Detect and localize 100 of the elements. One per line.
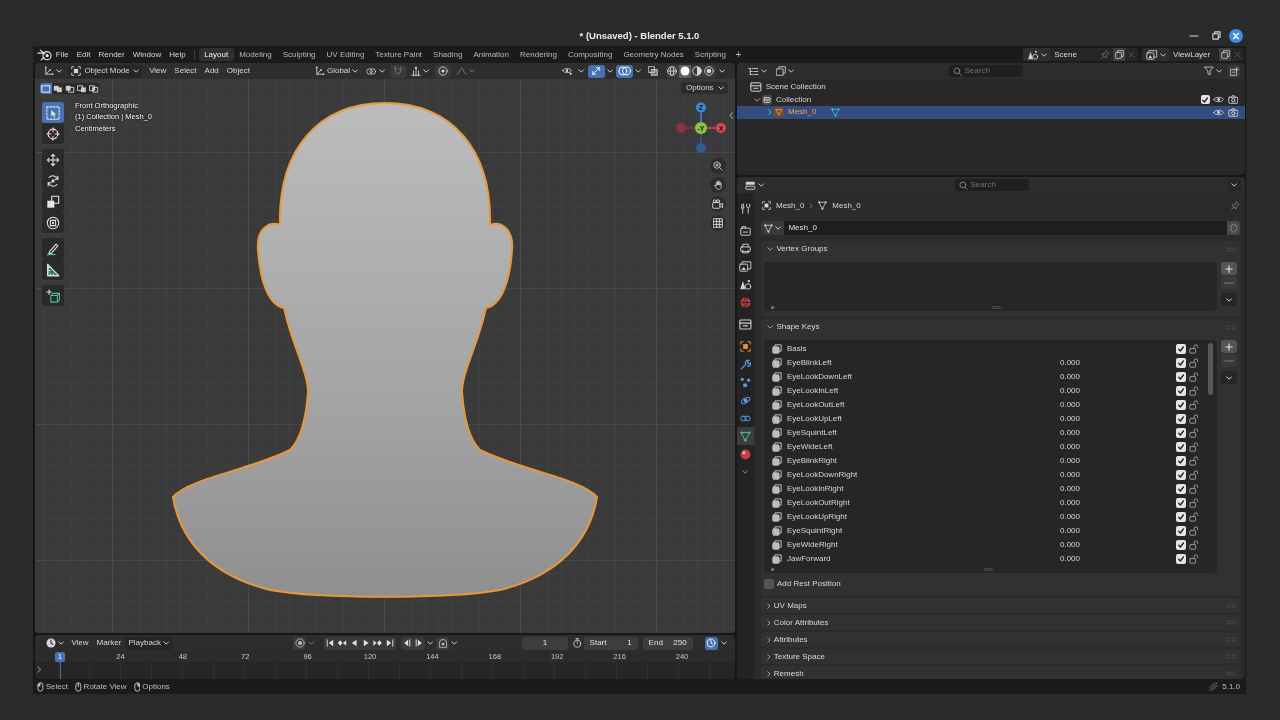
checkbox[interactable] (1176, 526, 1186, 536)
projection-toggle[interactable] (710, 215, 726, 231)
open-padlock-icon[interactable] (1189, 512, 1199, 522)
camera-icon[interactable] (1227, 95, 1238, 105)
duplicate-button[interactable] (1219, 48, 1231, 61)
shape-key-value[interactable]: 0.000 (1058, 512, 1174, 522)
checkbox[interactable] (1176, 442, 1186, 452)
shape-key-name[interactable]: EyeSquintRight (787, 526, 1058, 536)
drag-handle-icon[interactable] (1226, 603, 1236, 608)
proportional-edit-toggle[interactable] (434, 64, 451, 78)
pin-icon[interactable] (1231, 201, 1240, 210)
open-padlock-icon[interactable] (1189, 526, 1199, 536)
shape-key-name[interactable]: EyeLookInLeft (787, 386, 1058, 396)
selection-mode-button[interactable] (40, 83, 52, 94)
shape-key-value[interactable]: 0.000 (1058, 386, 1174, 396)
gizmos-toggle[interactable] (587, 64, 605, 78)
panel-title[interactable]: Texture Space (773, 651, 1223, 662)
checkbox[interactable] (1176, 470, 1186, 480)
drag-handle-icon[interactable] (1226, 654, 1236, 659)
eye-icon[interactable] (1213, 96, 1225, 104)
chevron-down-icon[interactable] (742, 470, 749, 474)
playback-dropdown[interactable]: Playback (125, 636, 173, 650)
open-padlock-icon[interactable] (1189, 414, 1199, 424)
panel-title[interactable]: Shape Keys (776, 322, 1223, 332)
snap-toggle[interactable] (390, 64, 407, 78)
menu-item[interactable]: File (51, 49, 73, 60)
checkbox[interactable] (1176, 414, 1186, 424)
shape-key-name[interactable]: EyeLookUpLeft (787, 414, 1058, 424)
chevron-right-icon[interactable] (37, 666, 42, 673)
open-padlock-icon[interactable] (1189, 442, 1199, 452)
option-label[interactable]: Add Rest Position (777, 579, 841, 589)
workspace-tab[interactable]: Layout (198, 48, 234, 61)
options-dropdown[interactable]: Options (681, 82, 728, 94)
current-frame-field[interactable]: 1 (522, 636, 568, 650)
drag-handle-icon[interactable] (1226, 620, 1236, 625)
shape-key-name[interactable]: EyeLookUpRight (787, 512, 1058, 522)
checkbox[interactable] (1176, 456, 1186, 466)
menu-item[interactable]: View (67, 638, 93, 648)
open-padlock-icon[interactable] (1189, 428, 1199, 438)
workspace-tab[interactable]: Shading (427, 48, 468, 61)
checkbox[interactable] (1176, 372, 1186, 382)
drag-handle-icon[interactable] (1226, 671, 1236, 676)
checkbox[interactable] (1176, 484, 1186, 494)
checkbox[interactable] (1176, 428, 1186, 438)
outliner-row[interactable]: Scene Collection (737, 81, 1245, 94)
panel-title[interactable]: Vertex Groups (776, 244, 1223, 254)
open-padlock-icon[interactable] (1189, 470, 1199, 480)
camera-icon[interactable] (1227, 107, 1238, 117)
menu-item[interactable]: Add (200, 66, 223, 76)
shape-key-name[interactable]: EyeWideRight (787, 540, 1058, 550)
open-padlock-icon[interactable] (1189, 344, 1199, 354)
auto-keying-button[interactable] (436, 636, 450, 650)
small-triangle-icon[interactable] (771, 305, 776, 310)
sync-button[interactable] (704, 636, 718, 650)
keyframe-jump-button[interactable] (400, 636, 413, 650)
workspace-tab[interactable]: Scripting (689, 48, 732, 61)
open-padlock-icon[interactable] (1189, 484, 1199, 494)
shape-key-value[interactable]: 0.000 (1058, 498, 1174, 508)
overlays-toggle[interactable] (616, 64, 634, 78)
workspace-tab[interactable]: Rendering (514, 48, 563, 61)
shape-key-name[interactable]: EyeWideLeft (787, 442, 1058, 452)
workspace-tab[interactable]: Modeling (233, 48, 278, 61)
open-padlock-icon[interactable] (1189, 554, 1199, 564)
shape-key-value[interactable]: 0.000 (1058, 554, 1174, 564)
open-padlock-icon[interactable] (1189, 386, 1199, 396)
tool-button[interactable] (42, 259, 64, 280)
drag-handle-icon[interactable] (1226, 637, 1236, 642)
item-name[interactable]: Collection (776, 94, 812, 105)
shape-key-value[interactable]: 0.000 (1058, 470, 1174, 480)
specials-button[interactable] (1221, 293, 1237, 306)
shape-key-name[interactable]: JawForward (787, 554, 1058, 564)
panel-title[interactable]: UV Maps (773, 600, 1223, 611)
open-padlock-icon[interactable] (1189, 498, 1199, 508)
checkbox[interactable] (764, 579, 774, 589)
chevron-right-icon[interactable] (767, 109, 772, 116)
properties-tab[interactable] (737, 427, 754, 445)
item-name[interactable]: Mesh_0 (788, 107, 817, 118)
open-padlock-icon[interactable] (1189, 400, 1199, 410)
eye-icon[interactable] (1213, 108, 1225, 116)
chevron-right-icon[interactable] (767, 619, 771, 626)
shape-key-value[interactable]: 0.000 (1058, 540, 1174, 550)
vertex-triangle-icon[interactable] (831, 107, 841, 117)
shape-key-name[interactable]: EyeBlinkRight (787, 456, 1058, 466)
workspace-tab[interactable]: Sculpting (277, 48, 322, 61)
shape-key-name[interactable]: EyeLookInRight (787, 484, 1058, 494)
workspace-tab[interactable]: Animation (467, 48, 515, 61)
tool-button[interactable] (42, 285, 64, 306)
menu-item[interactable]: Select (170, 66, 201, 76)
menu-item[interactable]: Render (94, 49, 129, 60)
panel-title[interactable]: Color Attributes (773, 617, 1223, 628)
orientation-dropdown[interactable]: Global (311, 64, 362, 78)
keying-button[interactable] (293, 636, 307, 650)
shape-key-value[interactable]: 0.000 (1058, 372, 1174, 382)
selection-mode-button[interactable] (52, 83, 64, 94)
menu-item[interactable]: Help (165, 49, 190, 60)
checkbox[interactable] (1176, 400, 1186, 410)
shape-key-name[interactable]: EyeSquintLeft (787, 428, 1058, 438)
shape-key-value[interactable]: 0.000 (1058, 526, 1174, 536)
playback-button[interactable] (323, 636, 336, 650)
chevron-right-icon[interactable] (767, 602, 771, 609)
